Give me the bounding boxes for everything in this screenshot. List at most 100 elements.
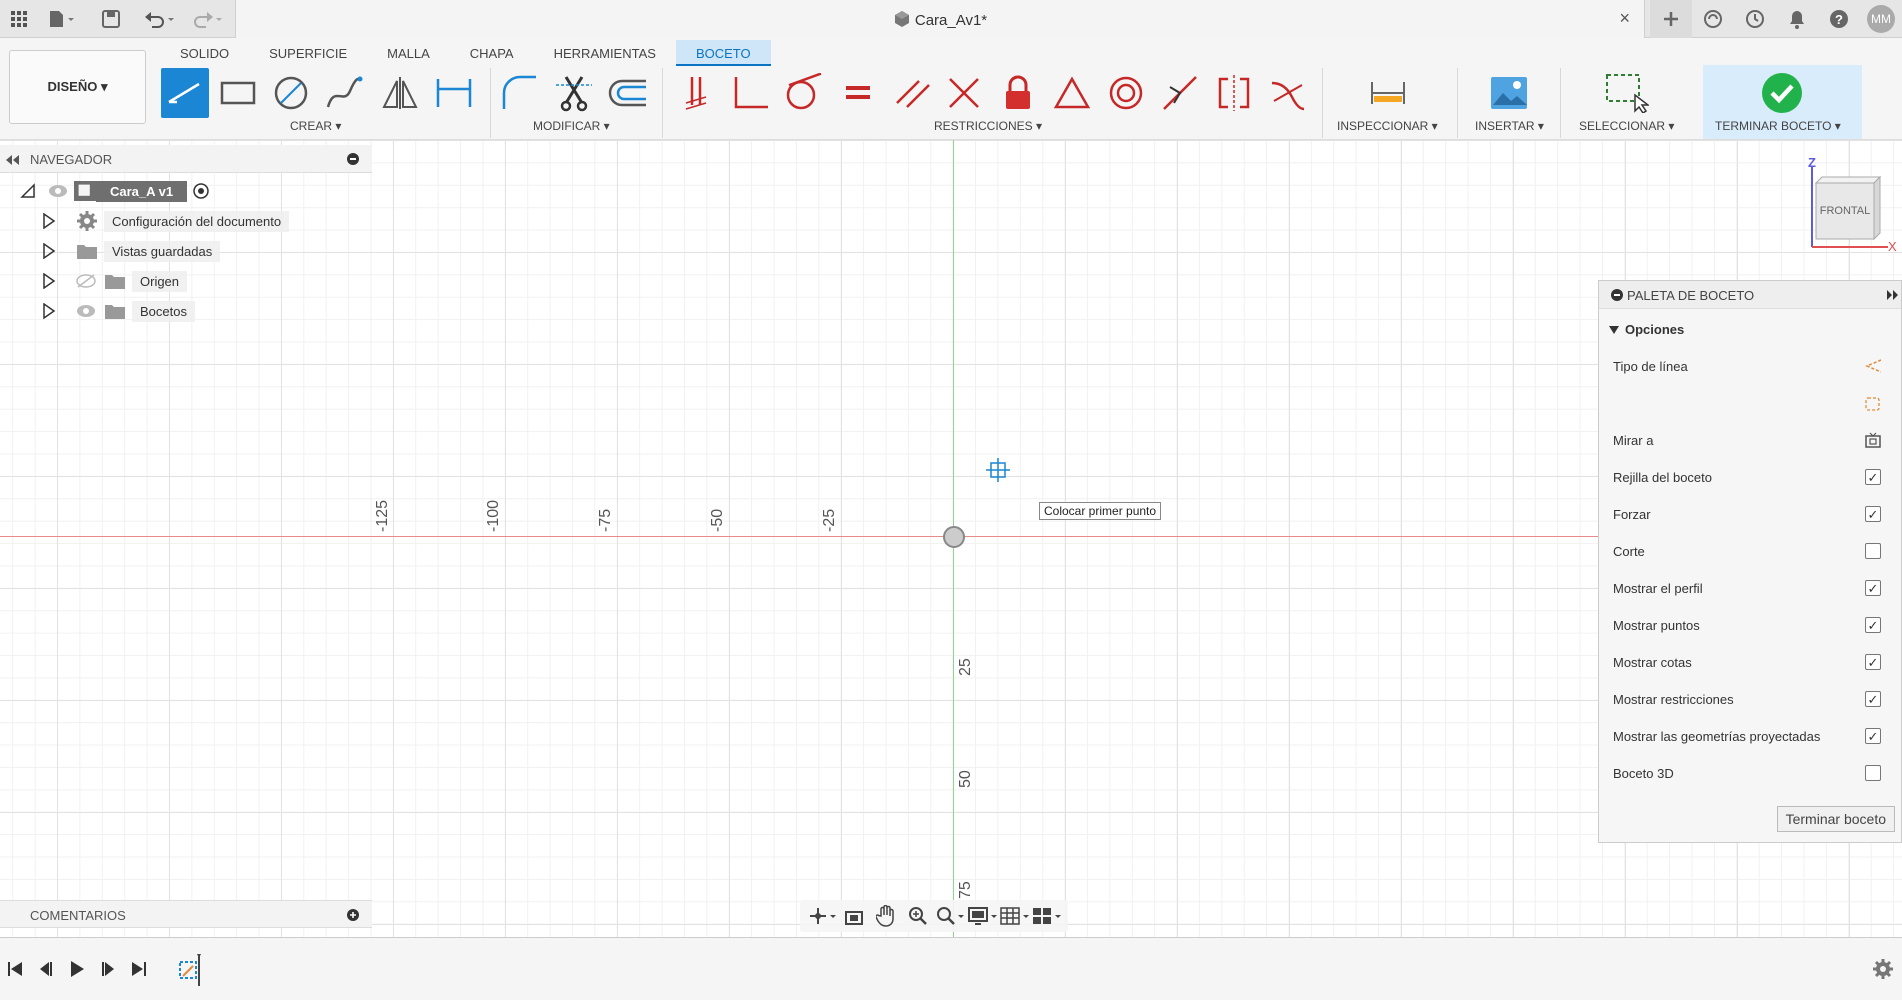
tree-item-label[interactable]: Configuración del documento [104, 210, 290, 232]
curvature-constraint-icon[interactable] [1264, 68, 1312, 118]
visibility-hidden-icon[interactable] [76, 274, 96, 288]
snap-checkbox[interactable]: ✓ [1865, 506, 1881, 522]
group-label-crear[interactable]: CREAR ▾ [290, 119, 341, 133]
show-projected-checkbox[interactable]: ✓ [1865, 728, 1881, 744]
file-menu-icon[interactable] [42, 4, 82, 34]
tab-superficie[interactable]: SUPERFICIE [249, 40, 367, 66]
go-to-end-icon[interactable] [126, 956, 152, 982]
finish-sketch-button[interactable]: Terminar boceto [1776, 806, 1895, 832]
show-dimensions-checkbox[interactable]: ✓ [1865, 654, 1881, 670]
line-tool[interactable] [161, 68, 209, 118]
tree-item-label[interactable]: Bocetos [132, 300, 195, 322]
group-label-insertar[interactable]: INSERTAR ▾ [1475, 119, 1544, 133]
offset-tool[interactable] [604, 68, 652, 118]
tree-item-document-settings[interactable]: Configuración del documento [42, 208, 290, 234]
look-at-icon[interactable] [1865, 432, 1881, 448]
play-icon[interactable] [64, 956, 90, 982]
apps-grid-icon[interactable] [4, 4, 34, 34]
collinear-constraint-icon[interactable] [940, 68, 988, 118]
new-tab-icon[interactable] [1650, 0, 1692, 38]
insert-image-icon[interactable] [1485, 68, 1533, 118]
expand-triangle-icon[interactable] [20, 183, 36, 199]
measure-ruler-icon[interactable] [1364, 68, 1412, 118]
palette-pin-icon[interactable] [1611, 289, 1623, 301]
tab-malla[interactable]: MALLA [367, 40, 450, 66]
perpendicular-constraint-icon[interactable] [726, 68, 774, 118]
redo-icon[interactable] [188, 4, 228, 34]
parallel-constraint-icon[interactable] [889, 68, 937, 118]
view-cube[interactable]: Z FRONTAL X [1800, 155, 1900, 255]
tree-item-saved-views[interactable]: Vistas guardadas [42, 238, 221, 264]
activate-radio-icon[interactable] [193, 183, 209, 199]
fillet-tool[interactable] [496, 68, 544, 118]
tree-item-label[interactable]: Vistas guardadas [104, 240, 221, 262]
show-profile-checkbox[interactable]: ✓ [1865, 580, 1881, 596]
orbit-icon[interactable] [806, 902, 838, 930]
pan-hand-icon[interactable] [870, 902, 902, 930]
zoom-icon[interactable] [902, 902, 934, 930]
visibility-eye-icon[interactable] [76, 304, 96, 318]
tab-herramientas[interactable]: HERRAMIENTAS [534, 40, 676, 66]
spline-tool[interactable] [320, 68, 368, 118]
tree-root-row[interactable]: Cara_A v1 [20, 178, 209, 204]
expand-triangle-icon[interactable] [42, 213, 56, 229]
group-label-terminar-boceto[interactable]: TERMINAR BOCETO ▾ [1715, 119, 1841, 133]
group-label-restricciones[interactable]: RESTRICCIONES ▾ [934, 119, 1042, 133]
user-account[interactable]: MM [1860, 0, 1902, 38]
rectangle-tool[interactable] [214, 68, 262, 118]
group-label-modificar[interactable]: MODIFICAR ▾ [533, 119, 610, 133]
midpoint-constraint-icon[interactable] [1156, 68, 1204, 118]
construction-line-icon[interactable] [1865, 358, 1881, 374]
group-label-seleccionar[interactable]: SELECCIONAR ▾ [1579, 119, 1674, 133]
job-status-icon[interactable] [1734, 0, 1776, 38]
fit-zoom-icon[interactable] [934, 902, 966, 930]
palette-section-options[interactable]: Opciones [1599, 311, 1901, 348]
add-comment-icon[interactable] [347, 909, 359, 921]
notifications-bell-icon[interactable] [1776, 0, 1818, 38]
grid-settings-icon[interactable] [998, 902, 1030, 930]
symmetry-constraint-icon[interactable] [1210, 68, 1258, 118]
expand-triangle-icon[interactable] [42, 303, 56, 319]
mirror-tool[interactable] [376, 68, 424, 118]
3d-sketch-checkbox[interactable] [1865, 765, 1881, 781]
group-label-inspeccionar[interactable]: INSPECCIONAR ▾ [1337, 119, 1438, 133]
visibility-eye-icon[interactable] [48, 184, 68, 198]
dimension-tool[interactable] [430, 68, 478, 118]
tree-item-label[interactable]: Origen [132, 270, 188, 292]
step-back-icon[interactable] [33, 956, 59, 982]
sketch-grid-checkbox[interactable]: ✓ [1865, 469, 1881, 485]
origin-point[interactable] [943, 526, 965, 548]
undo-icon[interactable] [140, 4, 180, 34]
tree-item-sketches[interactable]: Bocetos [42, 298, 195, 324]
collapse-browser-icon[interactable] [6, 155, 20, 165]
timeline-settings-gear-icon[interactable] [1870, 956, 1896, 982]
tree-root-label[interactable]: Cara_A v1 [96, 180, 188, 202]
look-at-nav-icon[interactable] [838, 902, 870, 930]
expand-palette-icon[interactable] [1887, 290, 1899, 300]
select-window-icon[interactable] [1603, 68, 1651, 118]
centerline-icon[interactable] [1865, 395, 1881, 411]
collapse-triangle-icon[interactable] [1609, 325, 1619, 335]
equal-constraint-icon[interactable] [834, 68, 882, 118]
save-icon[interactable] [96, 4, 126, 34]
view-cube-face-label[interactable]: FRONTAL [1816, 205, 1874, 217]
viewports-icon[interactable] [1030, 902, 1062, 930]
slice-checkbox[interactable] [1865, 543, 1881, 559]
tab-solido[interactable]: SOLIDO [160, 40, 249, 66]
go-to-start-icon[interactable] [2, 956, 28, 982]
tree-item-origin[interactable]: Origen [42, 268, 188, 294]
close-tab-icon[interactable]: × [1619, 8, 1630, 29]
display-settings-icon[interactable] [966, 902, 998, 930]
help-icon[interactable]: ? [1818, 0, 1860, 38]
step-forward-icon[interactable] [95, 956, 121, 982]
browser-pin-icon[interactable] [347, 153, 359, 165]
show-points-checkbox[interactable]: ✓ [1865, 617, 1881, 633]
tangent-constraint-icon[interactable] [779, 68, 827, 118]
workspace-selector[interactable]: DISEÑO ▾ [9, 50, 146, 124]
tab-boceto[interactable]: BOCETO [675, 40, 771, 66]
concentric-constraint-icon[interactable] [1102, 68, 1150, 118]
tab-chapa[interactable]: CHAPA [450, 40, 534, 66]
fix-lock-icon[interactable] [994, 68, 1042, 118]
timeline-sketch-feature-icon[interactable] [173, 950, 213, 990]
triangle-constraint-icon[interactable] [1048, 68, 1096, 118]
